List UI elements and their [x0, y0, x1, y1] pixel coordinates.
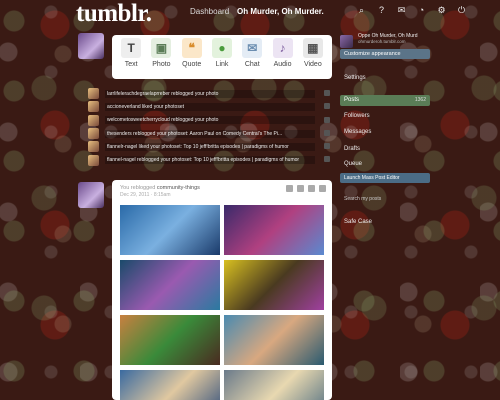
sidebar-item-drafts[interactable]: Drafts — [344, 146, 360, 152]
activity-text[interactable]: flannelr-nagel liked your photoset: Top … — [105, 142, 315, 151]
launch-mass-editor-button[interactable]: Launch Mass Post Editor — [340, 173, 430, 183]
audio-post-icon: ♪ — [272, 38, 293, 58]
mail-icon[interactable]: ✉ — [396, 5, 407, 16]
sidebar-item-followers[interactable]: Followers — [344, 113, 370, 119]
sidebar-item-label: Posts — [344, 97, 360, 103]
activity-text[interactable]: thesenders reblogged your photoset: Aaro… — [105, 129, 315, 138]
activity-text[interactable]: larrlifelerachdegraelaprreber reblogged … — [105, 89, 315, 98]
photo-tile[interactable] — [224, 260, 324, 310]
activity-text[interactable]: flannel-nagel reblogged your photoset: T… — [105, 156, 315, 165]
sidebar-item-posts[interactable]: Posts 1362 — [340, 95, 430, 106]
nav-dashboard[interactable]: Dashboard — [190, 7, 229, 16]
photo-tile[interactable] — [224, 315, 324, 365]
quote-post-icon: ❝ — [181, 38, 202, 58]
activity-text[interactable]: accioneverland liked your photoset — [105, 102, 315, 111]
activity-avatar[interactable] — [88, 101, 99, 113]
post-type-audio[interactable]: ♪ Audio — [271, 38, 295, 79]
edit-icon[interactable] — [308, 185, 315, 192]
photo-tile[interactable] — [120, 260, 220, 310]
customize-button[interactable]: Customize appearance — [340, 49, 430, 59]
blog-url[interactable]: ohmurderoh.tumblr.com — [358, 39, 430, 44]
dismiss-icon[interactable] — [324, 143, 330, 150]
post-type-chat[interactable]: ✉ Chat — [240, 38, 264, 79]
photo-tile[interactable] — [120, 370, 220, 400]
reblog-icon[interactable] — [286, 185, 293, 192]
power-icon[interactable]: ⏻ — [456, 5, 467, 16]
delete-icon[interactable] — [319, 185, 326, 192]
photo-tile[interactable] — [224, 205, 324, 255]
tumblr-logo[interactable]: tumblr. — [76, 0, 152, 28]
activity-row: larrlifelerachdegraelaprreber reblogged … — [88, 87, 330, 100]
post-type-label: Photo — [152, 61, 171, 68]
activity-avatar[interactable] — [88, 128, 99, 140]
link-post-icon: ● — [211, 38, 232, 58]
dismiss-icon[interactable] — [324, 103, 330, 110]
post-type-label: Chat — [244, 61, 260, 68]
photo-tile[interactable] — [120, 205, 220, 255]
dismiss-icon[interactable] — [324, 90, 330, 96]
post-type-video[interactable]: ▦ Video — [301, 38, 325, 79]
post-type-quote[interactable]: ❝ Quote — [180, 38, 204, 79]
activity-feed: larrlifelerachdegraelaprreber reblogged … — [88, 87, 330, 167]
nav-blog-title[interactable]: Oh Murder, Oh Murder. — [237, 7, 324, 16]
text-post-icon: T — [121, 38, 142, 58]
sidebar-item-queue[interactable]: Queue — [344, 161, 362, 167]
post-header: You reblogged community-things — [120, 185, 200, 191]
photo-tile[interactable] — [120, 315, 220, 365]
activity-avatar[interactable] — [88, 88, 99, 100]
post-type-text[interactable]: T Text — [119, 38, 143, 79]
activity-avatar[interactable] — [88, 114, 99, 126]
posts-count: 1362 — [414, 97, 426, 103]
activity-row: accioneverland liked your photoset — [88, 100, 330, 113]
sidebar-item-safe-case[interactable]: Safe Case — [344, 219, 372, 225]
activity-row: thesenders reblogged your photoset: Aaro… — [88, 127, 330, 140]
search-my-posts[interactable]: Search my posts — [344, 196, 381, 202]
activity-row: welcometosweetcherrycloud reblogged your… — [88, 114, 330, 127]
post-date: Dec 29, 2011 · 8:15am — [120, 192, 171, 198]
post-header-prefix: You reblogged — [120, 185, 156, 191]
post-type-bar: T Text ▣ Photo ❝ Quote ● Link ✉ Chat ♪ Audio ▦ Video — [112, 35, 332, 79]
top-icon-bar: ⌕ ? ✉ ◔ ⚙ ⏻ — [356, 5, 467, 16]
activity-row: flannel-nagel reblogged your photoset: T… — [88, 153, 330, 166]
post-type-label: Link — [215, 61, 229, 68]
gear-icon[interactable]: ⚙ — [436, 5, 447, 16]
post-type-label: Text — [124, 61, 138, 68]
post-controls — [286, 185, 326, 192]
activity-avatar[interactable] — [88, 141, 99, 153]
photo-tile[interactable] — [224, 370, 324, 400]
post-type-photo[interactable]: ▣ Photo — [149, 38, 173, 79]
post-type-link[interactable]: ● Link — [210, 38, 234, 79]
post-source-link[interactable]: community-things — [157, 185, 200, 191]
dismiss-icon[interactable] — [324, 156, 330, 163]
bell-icon[interactable]: ◔ — [416, 5, 427, 16]
topbar: tumblr. Dashboard Oh Murder, Oh Murder. … — [0, 0, 500, 28]
sidebar: Oppe Oh Murder, Oh Murd ohmurderoh.tumbl… — [340, 33, 430, 263]
help-icon[interactable]: ? — [376, 5, 387, 16]
share-icon[interactable] — [297, 185, 304, 192]
activity-avatar[interactable] — [88, 154, 99, 166]
dismiss-icon[interactable] — [324, 116, 330, 123]
blog-avatar[interactable] — [340, 35, 353, 48]
sidebar-item-messages[interactable]: Messages — [344, 129, 371, 135]
post-type-label: Video — [303, 61, 322, 68]
post-avatar[interactable] — [78, 182, 104, 208]
post-type-label: Audio — [273, 61, 292, 68]
activity-row: flannelr-nagel liked your photoset: Top … — [88, 140, 330, 153]
sidebar-item-settings[interactable]: Settings — [344, 75, 366, 81]
photo-post-icon: ▣ — [151, 38, 172, 58]
activity-text[interactable]: welcometosweetcherrycloud reblogged your… — [105, 116, 315, 125]
dismiss-icon[interactable] — [324, 129, 330, 136]
video-post-icon: ▦ — [302, 38, 323, 58]
user-avatar[interactable] — [78, 33, 104, 59]
post-type-label: Quote — [182, 61, 202, 68]
dashboard-post: You reblogged community-things Dec 29, 2… — [112, 180, 332, 400]
search-icon[interactable]: ⌕ — [356, 5, 367, 16]
chat-post-icon: ✉ — [242, 38, 263, 58]
